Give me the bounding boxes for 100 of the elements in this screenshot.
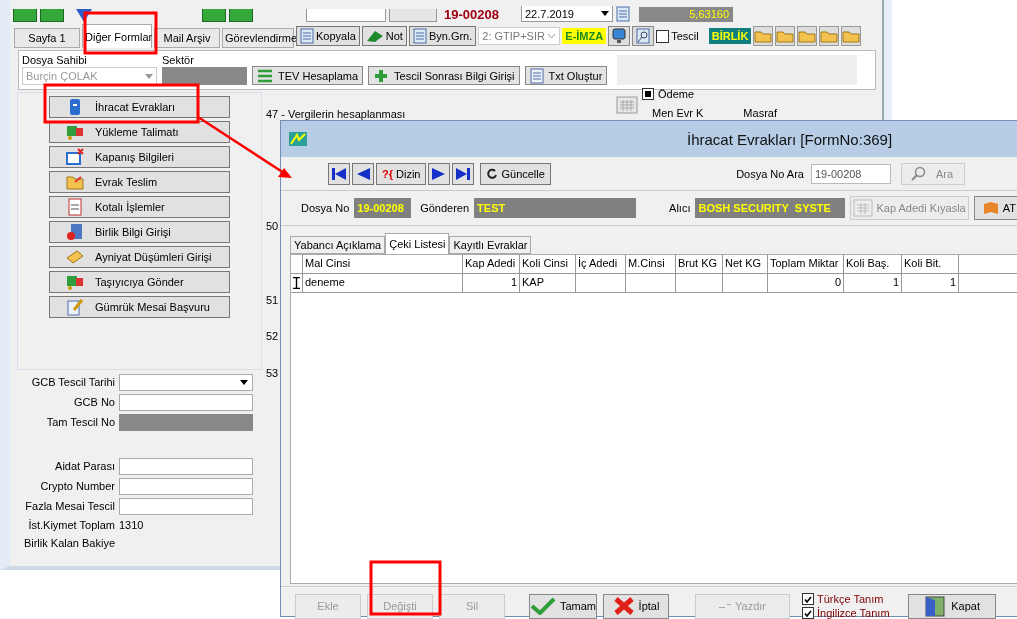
search-button[interactable]	[632, 26, 655, 46]
checkbox[interactable]	[802, 607, 814, 619]
header-button[interactable]: Txt Oluştur	[524, 66, 608, 85]
cancel-button[interactable]: İptal	[603, 593, 669, 619]
mode-dropdown[interactable]: 2: GTIP+SIR	[478, 27, 561, 45]
first-button[interactable]	[328, 163, 350, 185]
index-mark: ?{	[382, 168, 393, 180]
tab[interactable]: Mail Arşiv	[154, 27, 220, 48]
form-button[interactable]: Kapanış Bilgileri	[49, 146, 230, 168]
refresh-button[interactable]: Güncelle	[480, 163, 551, 185]
checkbox-label: Tescil	[671, 30, 699, 42]
column-header[interactable]: Kap Adedi	[463, 255, 520, 273]
atr-button[interactable]: AT	[973, 196, 1017, 220]
row-number: 50	[266, 220, 280, 232]
receiver-field: BOSH SECURITY SYSTE	[695, 198, 846, 218]
row-number: 52	[266, 330, 280, 342]
input-field[interactable]	[119, 393, 253, 411]
folder-button[interactable]	[775, 26, 796, 46]
caret-icon	[601, 11, 609, 16]
folder-button[interactable]	[797, 26, 818, 46]
file-number: 19-00208	[443, 7, 500, 22]
folder-button[interactable]	[841, 26, 862, 46]
nav-button[interactable]	[229, 9, 253, 22]
tab[interactable]: Görevlendirme	[222, 27, 294, 48]
tab[interactable]: Diğer Formlar	[82, 24, 152, 48]
printer-icon	[719, 604, 731, 608]
ok-button[interactable]: Tamam	[529, 593, 597, 619]
tab[interactable]: Yabancı Açıklama	[290, 236, 386, 254]
checkbox[interactable]	[802, 593, 814, 605]
checkbox[interactable]	[642, 88, 654, 100]
next-button[interactable]	[428, 163, 451, 185]
door-icon	[923, 595, 948, 617]
monitor-button[interactable]	[608, 26, 631, 46]
document-icon[interactable]	[616, 6, 630, 22]
receiver-label: Alıcı	[669, 202, 691, 214]
caret-icon	[240, 379, 248, 385]
last-button[interactable]	[452, 163, 475, 185]
form-button[interactable]: Ayniyat Düşümleri Girişi	[49, 246, 230, 268]
window-title: İhracat Evrakları [FormNo:369]	[687, 130, 893, 148]
form-button[interactable]: Gümrük Mesai Başvuru	[49, 296, 230, 318]
form-button[interactable]: Birlik Bilgi Girişi	[49, 221, 230, 243]
column-header[interactable]: Koli Baş.	[844, 255, 902, 273]
folder-button[interactable]	[819, 26, 840, 46]
date-field[interactable]: 22.7.2019	[521, 6, 613, 22]
date-dropdown[interactable]	[119, 373, 253, 391]
form-button[interactable]: Evrak Teslim	[49, 171, 230, 193]
link[interactable]: Masraf	[743, 107, 777, 119]
close-button[interactable]: Kapat	[907, 593, 996, 619]
column-header[interactable]: Mal Cinsi	[303, 255, 463, 273]
input-field[interactable]	[306, 9, 386, 22]
previous-button[interactable]	[352, 163, 374, 185]
window-icon	[65, 148, 85, 166]
input-field[interactable]	[119, 477, 253, 495]
row-number: 53	[266, 367, 280, 379]
toolbar-button[interactable]: Byn.Grn.	[408, 26, 477, 46]
tab[interactable]: Kayıtlı Evraklar	[449, 236, 532, 254]
caret-icon	[145, 73, 153, 79]
column-header[interactable]: İç Adedi	[576, 255, 626, 273]
folder-icon	[754, 29, 773, 43]
column-header[interactable]: Koli Cinsi	[520, 255, 576, 273]
column-header[interactable]: Koli Bit.	[902, 255, 959, 273]
field-label: Crypto Number	[39, 480, 115, 492]
folder-button[interactable]	[753, 26, 774, 46]
input-field[interactable]	[119, 457, 253, 475]
header-button[interactable]: TEV Hesaplama	[252, 66, 364, 85]
tab[interactable]: Sayfa 1	[14, 27, 80, 48]
checkbox[interactable]	[656, 29, 670, 43]
form-button[interactable]: Taşıyıcıya Gönder	[49, 271, 230, 293]
folder-icon	[798, 29, 817, 43]
tag-icon	[65, 248, 85, 266]
owner-label: Dosya Sahibi	[22, 53, 88, 67]
file-number-field: 19-00208	[354, 198, 412, 218]
index-button[interactable]: ?{ Dizin	[376, 163, 427, 185]
field-label: Birlik Kalan Bakiye	[22, 537, 115, 549]
union-label[interactable]: BİRLİK	[708, 28, 752, 44]
toolbar-button[interactable]: Not	[361, 26, 407, 46]
leaf-icon	[365, 29, 384, 43]
nav-button[interactable]	[202, 9, 226, 22]
form-button[interactable]: Kotalı İşlemler	[49, 196, 230, 218]
search-label: Dosya No Ara	[736, 168, 804, 180]
column-header[interactable]: Net KG	[723, 255, 768, 273]
tab[interactable]: Çeki Listesi	[385, 233, 450, 254]
input-field[interactable]	[119, 497, 253, 515]
edit-button[interactable]	[389, 9, 437, 22]
link[interactable]: Men Evr K	[652, 107, 704, 119]
table-cell: 1	[902, 274, 959, 292]
column-header[interactable]: Toplam Miktar	[768, 255, 844, 273]
nav-button[interactable]	[40, 9, 64, 22]
form-button[interactable]: İhracat Evrakları	[49, 96, 230, 118]
nav-button[interactable]	[13, 9, 37, 22]
table-cell: KAP	[520, 274, 576, 292]
toolbar-button[interactable]: Kopyala	[296, 26, 360, 46]
header-button[interactable]: Tescil Sonrası Bilgi Girişi	[368, 66, 520, 85]
file-label: Dosya No	[301, 202, 350, 214]
search-field[interactable]: 19-00208	[811, 164, 891, 184]
e-signature-label[interactable]: E-İMZA	[562, 28, 607, 44]
column-header[interactable]: M.Cinsi	[626, 255, 676, 273]
sector-field[interactable]	[162, 67, 247, 85]
table-cell: 1	[844, 274, 902, 292]
column-header[interactable]: Brut KG	[676, 255, 723, 273]
